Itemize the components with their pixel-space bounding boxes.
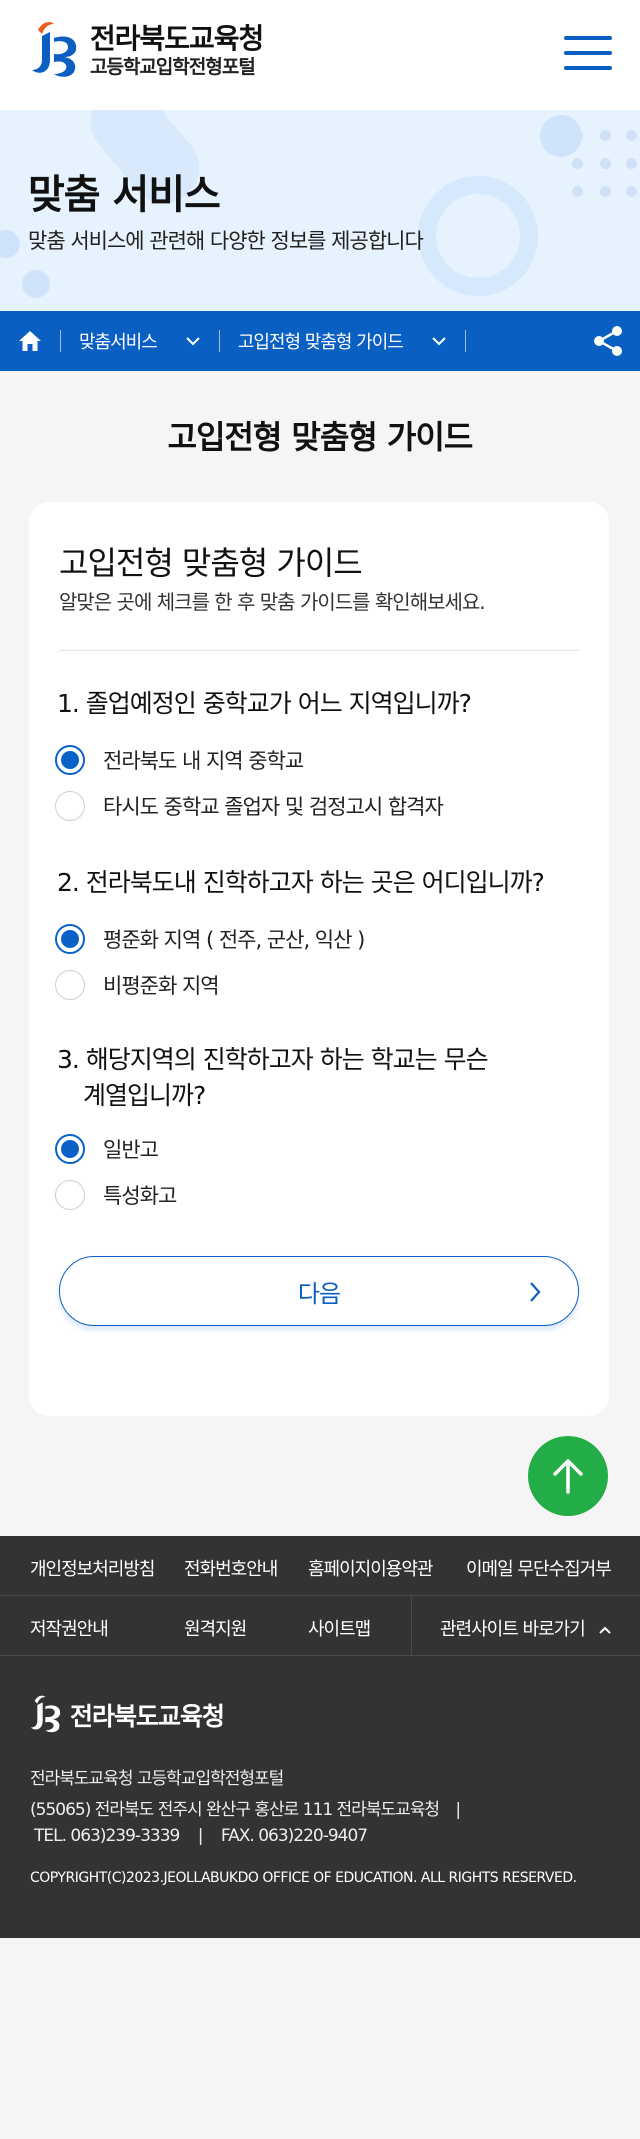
footer-link-phone[interactable]: 전화번호안내 — [184, 1555, 278, 1581]
option-label: 전라북도 내 지역 중학교 — [103, 749, 304, 773]
hero-dot — [600, 130, 611, 141]
footer-link-related-sites[interactable]: 관련사이트 바로가기 — [440, 1615, 612, 1641]
breadcrumb: 맞춤서비스 고입전형 맞춤형 가이드 — [0, 311, 640, 371]
question-3-line1: 3. 해당지역의 진학하고자 하는 학교는 무슨 — [57, 1045, 489, 1074]
guide-card: 고입전형 맞춤형 가이드 알맞은 곳에 체크를 한 후 맞춤 가이드를 확인해보… — [29, 502, 609, 1416]
footer-links-row: 개인정보처리방침 전화번호안내 홈페이지이용약관 이메일 무단수집거부 — [0, 1536, 640, 1596]
question-3-line2: 계열입니까? — [83, 1081, 206, 1110]
footer-address-line: (55065) 전라북도 전주시 완산구 홍산로 111 전라북도교육청 | — [30, 1795, 461, 1820]
scroll-top-button[interactable] — [528, 1436, 608, 1516]
logo-title: 전라북도교육청 — [90, 22, 264, 55]
option-other-region-graduate[interactable]: 타시도 중학교 졸업자 및 검정고시 합격자 — [55, 791, 444, 821]
footer-separator: | — [455, 1800, 461, 1820]
guide-title: 고입전형 맞춤형 가이드 — [59, 544, 363, 582]
option-label: 일반고 — [103, 1138, 159, 1162]
option-label: 특성화고 — [103, 1184, 177, 1208]
hero-dot — [626, 130, 637, 141]
next-button[interactable]: 다음 — [59, 1256, 579, 1326]
footer-copyright: COPYRIGHT(C)2023.JEOLLABUKDO OFFICE OF E… — [30, 1870, 577, 1886]
radio-button[interactable] — [55, 1134, 85, 1164]
radio-button[interactable] — [55, 970, 85, 1000]
option-non-equalized-region[interactable]: 비평준화 지역 — [55, 970, 220, 1000]
chevron-up-icon — [598, 1626, 611, 1634]
footer-link-email-refusal[interactable]: 이메일 무단수집거부 — [466, 1555, 612, 1581]
question-3: 3. 해당지역의 진학하고자 하는 학교는 무슨 계열입니까? — [57, 1042, 489, 1114]
question-2: 2. 전라북도내 진학하고자 하는 곳은 어디입니까? — [57, 868, 545, 897]
logo-subtitle: 고등학교입학전형포털 — [90, 56, 256, 78]
footer-logo: 전라북도교육청 — [28, 1694, 225, 1736]
footer-divider — [411, 1596, 412, 1656]
footer-links-row: 저작권안내 원격지원 사이트맵 관련사이트 바로가기 — [0, 1596, 640, 1656]
logo-mark-icon — [28, 20, 82, 82]
option-equalized-region[interactable]: 평준화 지역 ( 전주, 군산, 익산 ) — [55, 924, 365, 954]
option-label: 타시도 중학교 졸업자 및 검정고시 합격자 — [103, 795, 444, 819]
hero-dot — [626, 186, 637, 197]
question-1: 1. 졸업예정인 중학교가 어느 지역입니까? — [57, 689, 472, 718]
footer-link-copyright[interactable]: 저작권안내 — [30, 1615, 109, 1641]
breadcrumb-item-guide[interactable]: 고입전형 맞춤형 가이드 — [220, 328, 465, 354]
footer-link-terms[interactable]: 홈페이지이용약관 — [308, 1555, 433, 1581]
radio-button[interactable] — [55, 791, 85, 821]
footer-address: (55065) 전라북도 전주시 완산구 홍산로 111 전라북도교육청 — [30, 1800, 440, 1820]
footer-link-sitemap[interactable]: 사이트맵 — [308, 1615, 371, 1641]
next-button-label: 다음 — [297, 1279, 341, 1308]
breadcrumb-item-custom-service[interactable]: 맞춤서비스 — [61, 328, 219, 354]
footer-org-name: 전라북도교육청 고등학교입학전형포털 — [30, 1769, 284, 1789]
hamburger-menu-icon[interactable] — [564, 36, 612, 74]
chevron-right-icon — [530, 1282, 541, 1302]
hero-decoration — [22, 270, 50, 298]
page-title: 고입전형 맞춤형 가이드 — [167, 418, 474, 456]
hero-dot — [600, 158, 611, 169]
option-label: 평준화 지역 ( 전주, 군산, 익산 ) — [103, 928, 365, 952]
option-general-high-school[interactable]: 일반고 — [55, 1134, 159, 1164]
logo-mark-icon — [30, 1695, 61, 1733]
hero-dot — [626, 158, 637, 169]
breadcrumb-label: 맞춤서비스 — [79, 332, 158, 353]
site-footer: 개인정보처리방침 전화번호안내 홈페이지이용약관 이메일 무단수집거부 저작권안… — [0, 1536, 640, 1938]
footer-contact: TEL. 063)239-3339 | FAX. 063)220-9407 — [34, 1826, 368, 1846]
share-icon[interactable] — [592, 325, 624, 357]
hero-banner: 맞춤 서비스 맞춤 서비스에 관련해 다양한 정보를 제공합니다 — [0, 110, 640, 311]
option-jeonbuk-middle-school[interactable]: 전라북도 내 지역 중학교 — [55, 745, 304, 775]
hero-dot — [572, 130, 583, 141]
divider — [59, 650, 579, 651]
footer-link-remote-support[interactable]: 원격지원 — [184, 1615, 247, 1641]
radio-button[interactable] — [55, 1180, 85, 1210]
site-header: 전라북도교육청 고등학교입학전형포털 — [0, 0, 640, 110]
breadcrumb-divider — [464, 330, 466, 352]
related-sites-label: 관련사이트 바로가기 — [440, 1619, 586, 1640]
radio-button[interactable] — [55, 924, 85, 954]
option-specialized-high-school[interactable]: 특성화고 — [55, 1180, 177, 1210]
footer-separator: | — [197, 1826, 204, 1846]
hero-description: 맞춤 서비스에 관련해 다양한 정보를 제공합니다 — [28, 229, 424, 253]
hero-dot — [572, 186, 583, 197]
hero-dot — [572, 158, 583, 169]
chevron-down-icon — [186, 337, 200, 346]
site-logo[interactable]: 전라북도교육청 고등학교입학전형포털 — [28, 20, 264, 82]
radio-button[interactable] — [55, 745, 85, 775]
hero-decoration — [418, 176, 538, 296]
footer-tel: TEL. 063)239-3339 — [34, 1826, 180, 1846]
hero-dot — [600, 186, 611, 197]
arrow-up-icon — [553, 1459, 583, 1494]
hero-decoration — [0, 230, 20, 258]
breadcrumb-label: 고입전형 맞춤형 가이드 — [237, 332, 404, 353]
footer-link-privacy[interactable]: 개인정보처리방침 — [30, 1555, 155, 1581]
footer-logo-text: 전라북도교육청 — [70, 1702, 225, 1731]
home-icon[interactable] — [0, 311, 60, 371]
hero-title: 맞춤 서비스 — [28, 172, 221, 218]
chevron-down-icon — [432, 337, 446, 346]
footer-fax: FAX. 063)220-9407 — [220, 1826, 368, 1846]
option-label: 비평준화 지역 — [103, 974, 220, 998]
guide-description: 알맞은 곳에 체크를 한 후 맞춤 가이드를 확인해보세요. — [59, 590, 486, 614]
